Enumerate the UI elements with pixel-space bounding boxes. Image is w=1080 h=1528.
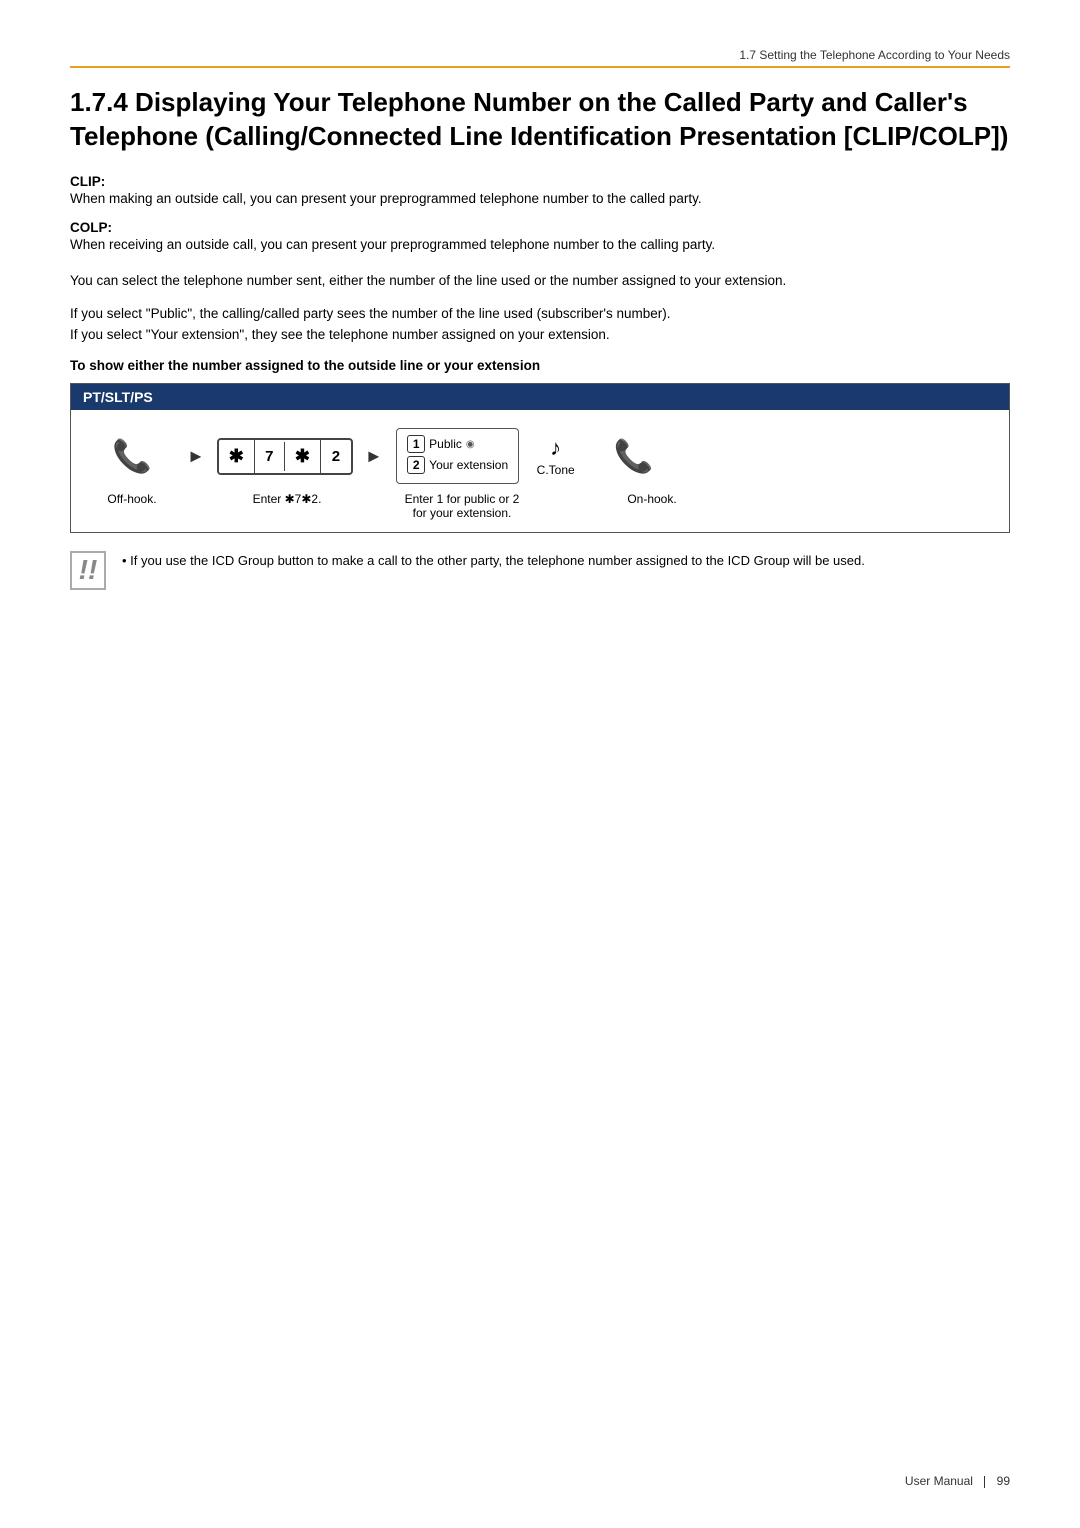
body-text-2: If you select "Public", the calling/call… — [70, 304, 1010, 346]
caption-choice-text: Enter 1 for public or 2 for your extensi… — [405, 492, 520, 520]
footer-divider — [984, 1476, 985, 1488]
choice-row-2: 2 Your extension — [407, 456, 508, 474]
footer-page: 99 — [997, 1474, 1010, 1488]
cap-spacer-3 — [527, 492, 607, 506]
arrow-2: ► — [365, 446, 383, 467]
choice-row-1: 1 Public ◉ — [407, 435, 508, 453]
note-box: !! • If you use the ICD Group button to … — [70, 551, 1010, 590]
choice-num-2: 2 — [407, 456, 425, 474]
key-group: ✱ 7 ✱ 2 — [217, 438, 353, 475]
key-star-1: ✱ — [219, 440, 255, 473]
procedure-content: 📞 ► ✱ 7 ✱ 2 ► 1 — [71, 410, 1009, 532]
caption-keys: Enter ✱7✱2. — [217, 492, 357, 506]
footer: User Manual 99 — [905, 1474, 1010, 1488]
note-icon: !! — [70, 551, 106, 590]
ctone-label: C.Tone — [537, 463, 575, 477]
choice-label-public: Public — [429, 437, 462, 451]
selector-icon: ◉ — [466, 439, 475, 450]
clip-label: CLIP: — [70, 174, 105, 189]
key-star-2: ✱ — [285, 440, 321, 473]
caption-keys-text: Enter ✱7✱2. — [253, 492, 322, 506]
instruction-heading: To show either the number assigned to th… — [70, 358, 1010, 373]
note-bullet: • — [122, 553, 130, 568]
clip-section: CLIP: When making an outside call, you c… — [70, 174, 1010, 210]
top-rule — [70, 66, 1010, 68]
arrow-1: ► — [187, 446, 205, 467]
step-row: 📞 ► ✱ 7 ✱ 2 ► 1 — [87, 428, 993, 484]
footer-label: User Manual — [905, 1474, 973, 1488]
clip-text: When making an outside call, you can pre… — [70, 191, 702, 206]
ctone-block: ♪ C.Tone — [537, 435, 575, 477]
phone-offhook-icon: 📞 — [112, 437, 152, 475]
caption-onhook-text: On-hook. — [627, 492, 676, 506]
caption-row: Off-hook. Enter ✱7✱2. Enter 1 for public… — [87, 492, 993, 520]
choice-box: 1 Public ◉ 2 Your extension — [396, 428, 519, 484]
body-text-1: You can select the telephone number sent… — [70, 271, 1010, 292]
phone-onhook-icon: 📞 — [614, 437, 654, 475]
procedure-box: PT/SLT/PS 📞 ► ✱ 7 ✱ 2 ► — [70, 383, 1010, 533]
colp-text: When receiving an outside call, you can … — [70, 237, 715, 252]
colp-section: COLP: When receiving an outside call, yo… — [70, 220, 1010, 256]
choice-label-ext: Your extension — [429, 458, 508, 472]
header-section: 1.7 Setting the Telephone According to Y… — [739, 48, 1010, 62]
caption-onhook: On-hook. — [607, 492, 697, 506]
procedure-header: PT/SLT/PS — [71, 384, 1009, 410]
caption-offhook: Off-hook. — [87, 492, 177, 506]
key-entry-step: ✱ 7 ✱ 2 — [215, 438, 355, 475]
choice-num-1: 1 — [407, 435, 425, 453]
tone-icon: ♪ — [550, 435, 561, 461]
onhook-step: 📞 — [589, 437, 679, 475]
note-content: If you use the ICD Group button to make … — [130, 553, 865, 568]
key-7: 7 — [255, 442, 285, 471]
cap-spacer-2 — [357, 492, 397, 506]
page-title: 1.7.4 Displaying Your Telephone Number o… — [70, 86, 1010, 154]
cap-spacer-1 — [177, 492, 217, 506]
key-2: 2 — [321, 442, 351, 471]
note-text: • If you use the ICD Group button to mak… — [122, 551, 865, 571]
offhook-step: 📞 — [87, 437, 177, 475]
caption-offhook-text: Off-hook. — [107, 492, 156, 506]
header-line: 1.7 Setting the Telephone According to Y… — [70, 48, 1010, 62]
caption-choice: Enter 1 for public or 2 for your extensi… — [397, 492, 527, 520]
page: 1.7 Setting the Telephone According to Y… — [0, 0, 1080, 1528]
colp-label: COLP: — [70, 220, 112, 235]
choice-step: 1 Public ◉ 2 Your extension — [393, 428, 523, 484]
